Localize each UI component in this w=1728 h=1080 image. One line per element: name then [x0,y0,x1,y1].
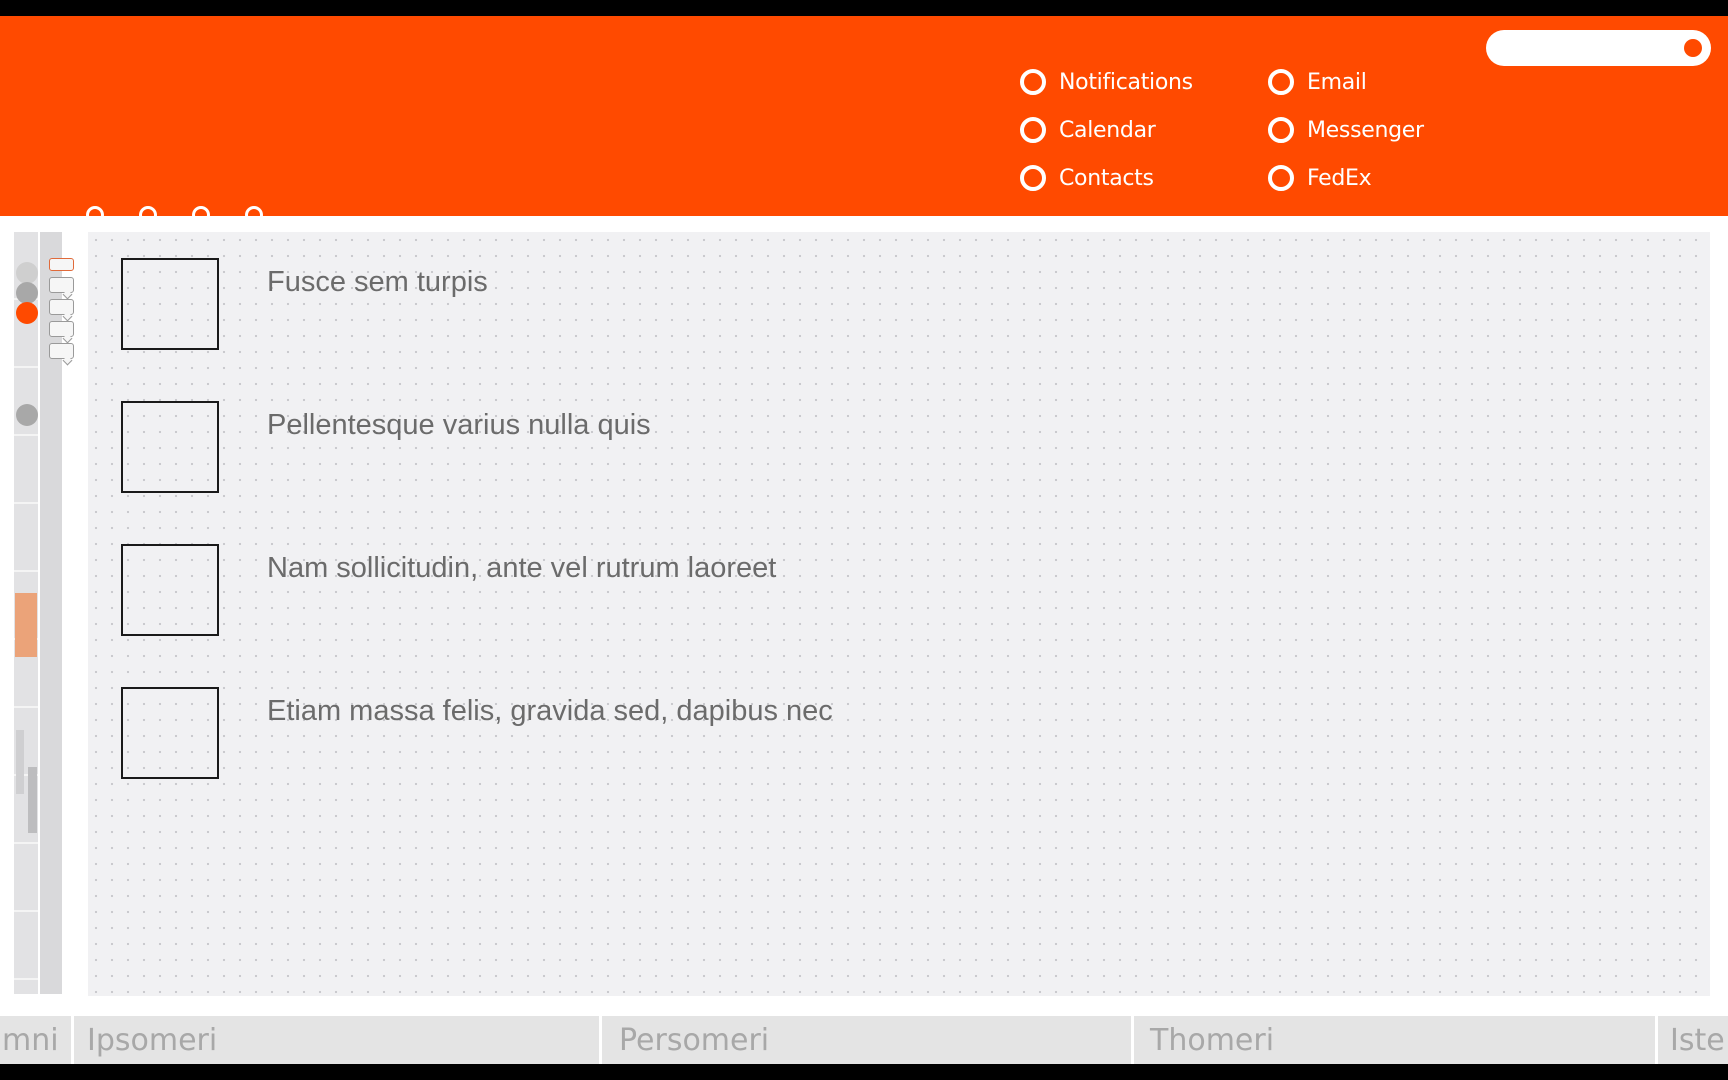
task-item: Nam sollicitudin, ante vel rutrum laoree… [121,544,1521,636]
ring-icon [1268,165,1294,191]
task-item: Fusce sem turpis [121,258,1521,350]
nav-group-right: Email Messenger FedEx [1268,64,1424,208]
nav-item-label: Calendar [1059,117,1156,143]
task-item: Etiam massa felis, gravida sed, dapibus … [121,687,1521,779]
task-checkbox[interactable] [121,401,219,493]
nav-item-label: Messenger [1307,117,1424,143]
tab-persomeri[interactable]: Persomeri [619,1016,769,1064]
nav-item-label: Email [1307,69,1367,95]
task-checkbox[interactable] [121,544,219,636]
top-header-bar: Notifications Calendar Contacts Email Me… [0,16,1728,224]
tab-thomeri[interactable]: Thomeri [1150,1016,1274,1064]
rail-dot-icon[interactable] [16,282,38,304]
chat-bubble-icon[interactable] [49,321,74,337]
tab-divider [71,1016,74,1064]
nav-item-contacts[interactable]: Contacts [1020,160,1193,196]
nav-item-notifications[interactable]: Notifications [1020,64,1193,100]
rail-scroll-track [16,730,24,794]
chat-icon-stack [49,258,74,365]
tab-divider [599,1016,602,1064]
ring-icon [1268,69,1294,95]
chat-bubble-icon[interactable] [49,277,74,293]
bottom-tab-bar: mni Ipsomeri Persomeri Thomeri Iste [0,1016,1728,1064]
ring-icon [1020,117,1046,143]
nav-item-calendar[interactable]: Calendar [1020,112,1193,148]
rail-active-dot-icon[interactable] [16,302,38,324]
nav-item-fedex[interactable]: FedEx [1268,160,1424,196]
chat-bubble-icon[interactable] [49,343,74,359]
nav-item-label: FedEx [1307,165,1372,191]
ring-icon [1020,69,1046,95]
nav-item-label: Contacts [1059,165,1154,191]
search-toggle-icon[interactable] [1684,39,1702,57]
rail-dot-icon[interactable] [16,262,38,284]
task-label: Pellentesque varius nulla quis [267,409,651,441]
tab-mni[interactable]: mni [2,1016,59,1064]
task-label: Nam sollicitudin, ante vel rutrum laoree… [267,552,777,584]
search-input[interactable] [1486,30,1711,66]
task-list-panel: Fusce sem turpis Pellentesque varius nul… [88,232,1710,996]
tab-divider [1131,1016,1134,1064]
task-checkbox[interactable] [121,258,219,350]
nav-item-label: Notifications [1059,69,1193,95]
tab-divider [1655,1016,1658,1064]
ring-icon [1268,117,1294,143]
rail-highlight-block[interactable] [15,593,37,657]
task-label: Etiam massa felis, gravida sed, dapibus … [267,695,833,727]
task-item: Pellentesque varius nulla quis [121,401,1521,493]
rail-dot-icon[interactable] [16,404,38,426]
nav-item-messenger[interactable]: Messenger [1268,112,1424,148]
message-icon[interactable] [49,258,74,271]
nav-item-email[interactable]: Email [1268,64,1424,100]
nav-group-left: Notifications Calendar Contacts [1020,64,1193,208]
tab-iste[interactable]: Iste [1670,1016,1725,1064]
task-checkbox[interactable] [121,687,219,779]
chat-bubble-icon[interactable] [49,299,74,315]
rail-scroll-thumb[interactable] [28,767,37,833]
task-label: Fusce sem turpis [267,266,488,298]
tab-ipsomeri[interactable]: Ipsomeri [87,1016,217,1064]
ring-icon [1020,165,1046,191]
